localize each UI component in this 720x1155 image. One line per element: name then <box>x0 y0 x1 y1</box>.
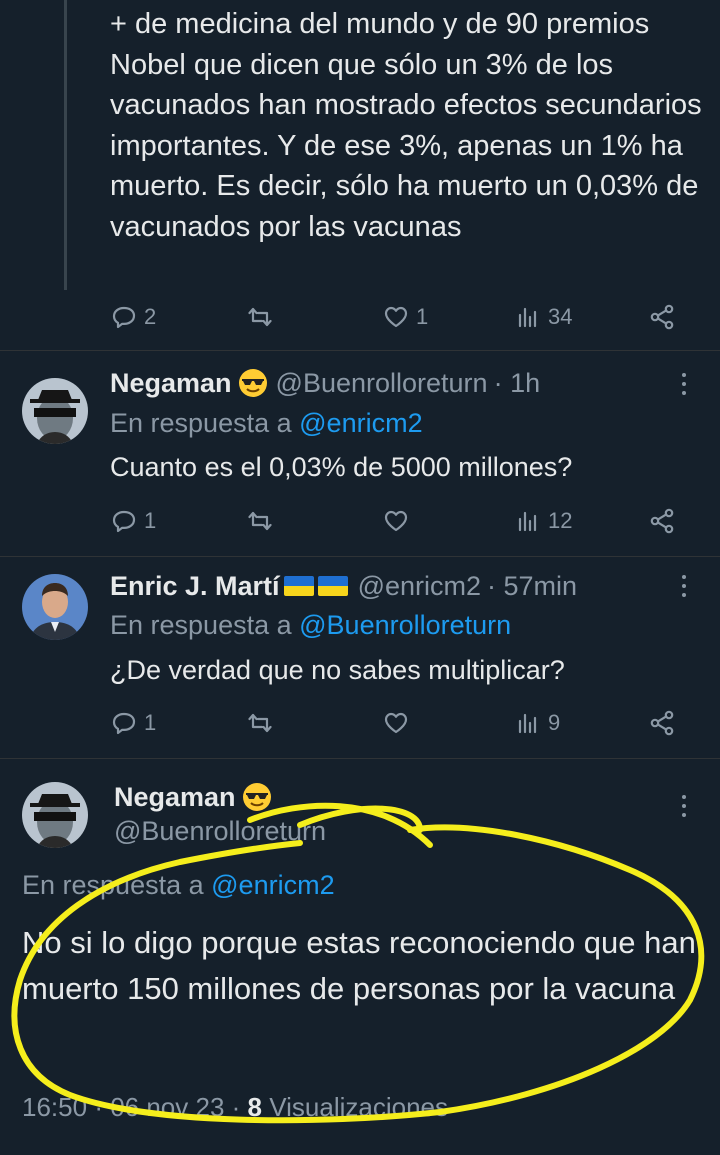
highlight-circle-annotation <box>11 802 705 1124</box>
